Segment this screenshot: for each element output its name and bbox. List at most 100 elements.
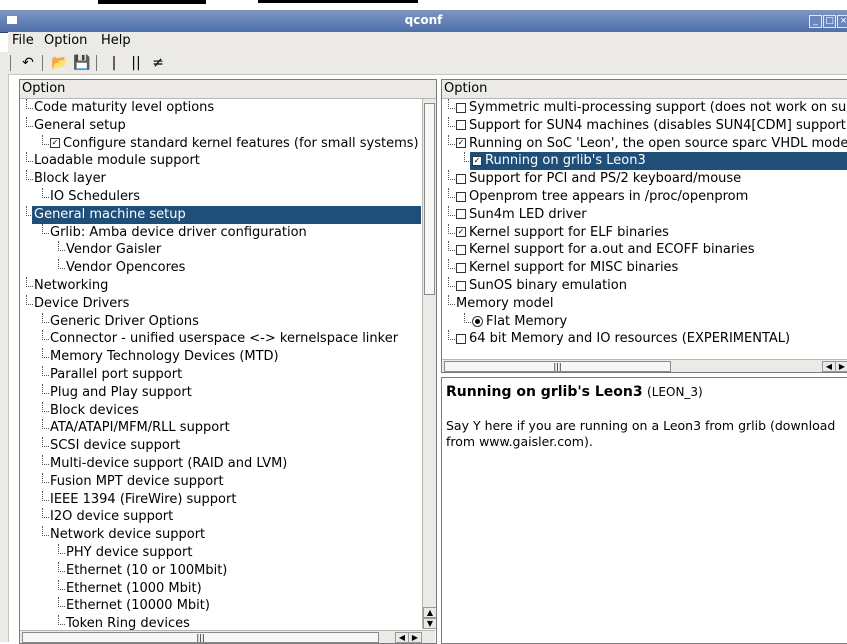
scroll-right-arrow-icon[interactable]: ▶ bbox=[408, 632, 422, 643]
close-icon[interactable]: × bbox=[837, 15, 847, 28]
checkbox-icon[interactable] bbox=[456, 333, 466, 344]
tree-connector bbox=[464, 152, 471, 163]
tree-item[interactable]: General setup bbox=[20, 116, 421, 135]
item-label: ✓ Kernel support for ELF binaries bbox=[456, 224, 669, 242]
tree-connector bbox=[42, 348, 49, 359]
option-item[interactable]: ✓ Running on SoC 'Leon', the open source … bbox=[442, 134, 847, 153]
option-item[interactable]: SunOS binary emulation bbox=[442, 277, 847, 295]
tree-connector bbox=[448, 294, 455, 305]
scroll-left-arrow-icon[interactable]: ◀ bbox=[822, 361, 836, 372]
menu-option[interactable]: Option bbox=[44, 33, 87, 48]
scroll-thumb[interactable]: ||| bbox=[444, 361, 671, 372]
option-item[interactable]: Support for PCI and PS/2 keyboard/mouse bbox=[442, 170, 847, 188]
checkbox-checked-icon[interactable]: ✓ bbox=[50, 138, 60, 149]
tree-item[interactable]: Connector - unified userspace <-> kernel… bbox=[20, 330, 421, 348]
option-item[interactable]: ✓ Running on grlib's Leon3 bbox=[464, 152, 847, 171]
item-text: Networking bbox=[34, 278, 109, 293]
checkbox-checked-icon[interactable]: ✓ bbox=[472, 155, 482, 166]
checkbox-icon[interactable] bbox=[456, 173, 466, 184]
item-label: 64 bit Memory and IO resources (EXPERIME… bbox=[456, 330, 790, 348]
tree-item[interactable]: Network device support bbox=[20, 526, 421, 544]
option-item[interactable]: Kernel support for a.out and ECOFF binar… bbox=[442, 241, 847, 259]
tree-item[interactable]: Vendor Opencores bbox=[20, 259, 421, 277]
tree-item[interactable]: Ethernet (10000 Mbit) bbox=[20, 597, 421, 615]
column-header[interactable]: Option bbox=[20, 80, 436, 99]
tree-item[interactable]: General machine setup bbox=[26, 205, 421, 224]
tree-item[interactable]: Generic Driver Options bbox=[20, 312, 421, 331]
vertical-scrollbar[interactable]: ▲ ▼ bbox=[422, 99, 436, 629]
checkbox-icon[interactable] bbox=[456, 120, 466, 131]
checkbox-icon[interactable] bbox=[456, 262, 466, 273]
item-label: Sun4m LED driver bbox=[456, 206, 587, 224]
tree-item[interactable]: IEEE 1394 (FireWire) support bbox=[20, 490, 421, 509]
item-label: Vendor Gaisler bbox=[66, 241, 161, 259]
tree-item[interactable]: Parallel port support bbox=[20, 366, 421, 384]
column-header[interactable]: Option bbox=[442, 80, 847, 99]
tree-item[interactable]: Ethernet (1000 Mbit) bbox=[20, 579, 421, 598]
minimize-icon[interactable]: _ bbox=[809, 15, 822, 28]
tree-item[interactable]: Vendor Gaisler bbox=[20, 241, 421, 259]
tree-item[interactable]: Grlib: Amba device driver configuration bbox=[20, 223, 421, 242]
tree-item[interactable]: PHY device support bbox=[20, 544, 421, 562]
scroll-left-arrow-icon[interactable]: ◀ bbox=[395, 632, 409, 643]
scroll-right-arrow-icon[interactable]: ▶ bbox=[835, 361, 847, 372]
scroll-up-arrow-icon[interactable]: ▲ bbox=[423, 607, 436, 618]
item-label: Grlib: Amba device driver configuration bbox=[50, 224, 307, 242]
tree-item[interactable]: Block layer bbox=[20, 170, 421, 188]
tree-item[interactable]: Code maturity level options bbox=[20, 99, 421, 117]
checkbox-icon[interactable] bbox=[456, 209, 466, 220]
split-view-icon[interactable]: || bbox=[126, 54, 146, 72]
tree-item[interactable]: IO Schedulers bbox=[20, 188, 421, 206]
tree-item[interactable]: Loadable module support bbox=[20, 152, 421, 170]
radio-icon[interactable] bbox=[472, 315, 483, 327]
horizontal-scrollbar[interactable]: ||| ◀ ▶ bbox=[442, 359, 847, 372]
tree-item[interactable]: Device Drivers bbox=[20, 294, 421, 313]
scroll-thumb[interactable]: ||| bbox=[22, 632, 379, 643]
maximize-icon[interactable]: □ bbox=[823, 15, 836, 28]
tree-connector bbox=[26, 294, 33, 305]
option-item[interactable]: ✓ Kernel support for ELF binaries bbox=[442, 223, 847, 242]
single-view-icon[interactable]: | bbox=[104, 54, 124, 72]
tree-item[interactable]: Multi-device support (RAID and LVM) bbox=[20, 455, 421, 473]
config-list-pane[interactable]: Option Symmetric multi-processing suppor… bbox=[441, 79, 847, 373]
option-item[interactable]: Flat Memory bbox=[442, 312, 847, 331]
tree-item[interactable]: Memory Technology Devices (MTD) bbox=[20, 348, 421, 366]
checkbox-icon[interactable] bbox=[456, 102, 466, 113]
option-item[interactable]: Openprom tree appears in /proc/openprom bbox=[442, 188, 847, 206]
tree-item[interactable]: Fusion MPT device support bbox=[20, 472, 421, 491]
full-view-icon[interactable]: ≠ bbox=[148, 54, 168, 72]
option-item[interactable]: Support for SUN4 machines (disables SUN4… bbox=[442, 116, 847, 135]
checkbox-icon[interactable] bbox=[456, 244, 466, 255]
tree-item[interactable]: SCSI device support bbox=[20, 437, 421, 455]
tree-item[interactable]: Block devices bbox=[20, 401, 421, 420]
checkbox-icon[interactable] bbox=[456, 191, 466, 202]
back-icon[interactable]: ↶ bbox=[18, 54, 38, 72]
scroll-down-arrow-icon[interactable]: ▼ bbox=[423, 618, 436, 629]
tree-item[interactable]: ✓ Configure standard kernel features (for… bbox=[20, 134, 421, 153]
checkbox-icon[interactable] bbox=[456, 280, 466, 291]
menu-help[interactable]: Help bbox=[101, 33, 131, 48]
menu-tree-pane[interactable]: Option Code maturity level options Genera… bbox=[19, 79, 437, 644]
tree-item[interactable]: I2O device support bbox=[20, 508, 421, 526]
tree-item[interactable]: ATA/ATAPI/MFM/RLL support bbox=[20, 419, 421, 437]
tree-item[interactable]: Networking bbox=[20, 277, 421, 295]
option-item[interactable]: Memory model bbox=[442, 294, 847, 313]
option-item[interactable]: Sun4m LED driver bbox=[442, 205, 847, 224]
checkbox-checked-icon[interactable]: ✓ bbox=[456, 227, 466, 238]
save-icon[interactable]: 💾 bbox=[72, 54, 92, 72]
tree-item[interactable]: Ethernet (10 or 100Mbit) bbox=[20, 561, 421, 580]
window-titlebar[interactable]: qconf _ □ × bbox=[0, 10, 847, 33]
item-label: ✓ Configure standard kernel features (for… bbox=[50, 135, 419, 153]
option-item[interactable]: 64 bit Memory and IO resources (EXPERIME… bbox=[442, 330, 847, 348]
help-pane[interactable]: Running on grlib's Leon3 (LEON_3) Say Y … bbox=[441, 377, 847, 644]
menu-file[interactable]: File bbox=[12, 33, 34, 48]
horizontal-scrollbar[interactable]: ||| ◀ ▶ bbox=[20, 630, 435, 643]
scroll-thumb[interactable] bbox=[424, 103, 435, 295]
option-item[interactable]: Kernel support for MISC binaries bbox=[442, 259, 847, 277]
tree-item[interactable]: Plug and Play support bbox=[20, 383, 421, 402]
option-item[interactable]: Symmetric multi-processing support (does… bbox=[442, 99, 847, 117]
open-icon[interactable]: 📂 bbox=[50, 54, 70, 72]
checkbox-checked-icon[interactable]: ✓ bbox=[456, 138, 466, 149]
item-text: Sun4m LED driver bbox=[469, 206, 587, 222]
item-label: Ethernet (1000 Mbit) bbox=[66, 580, 202, 598]
